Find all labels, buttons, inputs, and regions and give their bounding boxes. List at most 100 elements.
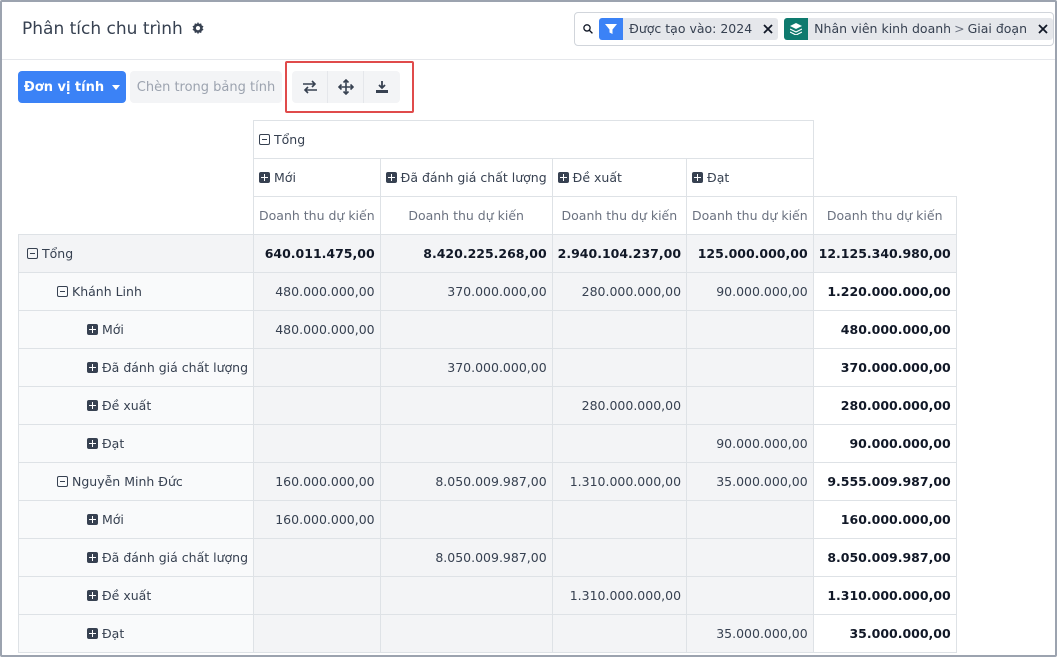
facet-created-date-label: Được tạo vào: 2024 xyxy=(623,18,759,40)
measure-header[interactable]: Doanh thu dự kiến xyxy=(812,196,957,235)
facet-remove-button[interactable] xyxy=(1033,18,1053,40)
row-header[interactable]: Tổng xyxy=(17,234,255,273)
col-header-total[interactable]: Tổng xyxy=(253,120,814,159)
search-bar[interactable]: Được tạo vào: 2024 Nhân viên kinh doanh >… xyxy=(574,12,1054,46)
value-cell[interactable]: 370.000.000,00 xyxy=(379,272,553,311)
value-cell[interactable] xyxy=(686,310,814,349)
measure-header[interactable]: Doanh thu dự kiến xyxy=(379,196,553,235)
flip-axis-button[interactable] xyxy=(292,71,328,103)
row-header[interactable]: Đạt xyxy=(17,424,255,463)
value-cell[interactable]: 8.050.009.987,00 xyxy=(379,462,553,501)
row-header[interactable]: Đã đánh giá chất lượng xyxy=(17,538,255,577)
value-cell[interactable]: 480.000.000,00 xyxy=(253,310,381,349)
facet-remove-button[interactable] xyxy=(758,18,779,40)
expand-icon xyxy=(692,172,704,183)
value-cell[interactable]: 480.000.000,00 xyxy=(253,272,381,311)
row-header[interactable]: Đề xuất xyxy=(17,576,255,615)
value-cell[interactable] xyxy=(686,500,814,539)
row-total-cell[interactable]: 8.050.009.987,00 xyxy=(812,538,957,577)
value-cell[interactable] xyxy=(253,576,381,615)
row-total-cell[interactable]: 160.000.000,00 xyxy=(812,500,957,539)
row-header[interactable]: Khánh Linh xyxy=(17,272,255,311)
value-cell[interactable] xyxy=(379,614,553,653)
value-cell[interactable]: 1.310.000.000,00 xyxy=(551,462,688,501)
col-header-group-label: Đề xuất xyxy=(572,170,622,185)
value-cell[interactable]: 8.050.009.987,00 xyxy=(379,538,553,577)
value-cell[interactable] xyxy=(551,424,688,463)
value-cell[interactable] xyxy=(379,500,553,539)
groupby-stage: Giai đoạn xyxy=(967,21,1027,36)
col-header-group[interactable]: Mới xyxy=(253,158,381,197)
search-icon[interactable] xyxy=(583,22,593,36)
collapse-icon xyxy=(57,476,68,487)
value-cell[interactable] xyxy=(551,310,688,349)
value-cell[interactable] xyxy=(686,538,814,577)
value-cell[interactable] xyxy=(253,348,381,387)
value-cell[interactable]: 280.000.000,00 xyxy=(551,272,688,311)
value-cell[interactable] xyxy=(253,386,381,425)
row-total-cell[interactable]: 370.000.000,00 xyxy=(812,348,957,387)
row-total-cell[interactable]: 9.555.009.987,00 xyxy=(812,462,957,501)
measure-header[interactable]: Doanh thu dự kiến xyxy=(551,196,688,235)
value-cell[interactable] xyxy=(551,614,688,653)
value-cell[interactable] xyxy=(551,538,688,577)
facet-created-date[interactable]: Được tạo vào: 2024 xyxy=(599,18,779,40)
value-cell[interactable] xyxy=(551,348,688,387)
value-cell[interactable]: 2.940.104.237,00 xyxy=(551,234,688,273)
value-cell[interactable]: 160.000.000,00 xyxy=(253,500,381,539)
row-header-label: Đề xuất xyxy=(102,398,152,413)
row-total-cell[interactable]: 480.000.000,00 xyxy=(812,310,957,349)
col-header-group[interactable]: Đề xuất xyxy=(551,158,688,197)
row-header[interactable]: Mới xyxy=(17,500,255,539)
value-cell[interactable]: 90.000.000,00 xyxy=(686,424,814,463)
value-cell[interactable] xyxy=(686,348,814,387)
value-cell[interactable] xyxy=(379,386,553,425)
row-total-cell[interactable]: 35.000.000,00 xyxy=(812,614,957,653)
value-cell[interactable]: 1.310.000.000,00 xyxy=(551,576,688,615)
value-cell[interactable] xyxy=(551,500,688,539)
col-header-group-label: Đạt xyxy=(707,170,730,185)
row-total-cell[interactable]: 1.220.000.000,00 xyxy=(812,272,957,311)
value-cell[interactable]: 35.000.000,00 xyxy=(686,462,814,501)
value-cell[interactable]: 370.000.000,00 xyxy=(379,348,553,387)
gear-icon[interactable] xyxy=(191,22,205,36)
value-cell[interactable] xyxy=(686,576,814,615)
row-header[interactable]: Nguyễn Minh Đức xyxy=(17,462,255,501)
value-cell[interactable] xyxy=(379,310,553,349)
row-header[interactable]: Đề xuất xyxy=(17,386,255,425)
row-total-cell[interactable]: 90.000.000,00 xyxy=(812,424,957,463)
row-total-cell[interactable]: 280.000.000,00 xyxy=(812,386,957,425)
value-cell[interactable] xyxy=(253,614,381,653)
value-cell[interactable] xyxy=(253,424,381,463)
measure-header[interactable]: Doanh thu dự kiến xyxy=(686,196,814,235)
value-cell[interactable] xyxy=(686,386,814,425)
value-cell[interactable]: 35.000.000,00 xyxy=(686,614,814,653)
value-cell[interactable]: 125.000.000,00 xyxy=(686,234,814,273)
value-cell[interactable]: 90.000.000,00 xyxy=(686,272,814,311)
facet-groupby[interactable]: Nhân viên kinh doanh > Giai đoạn xyxy=(784,18,1053,40)
value-cell[interactable] xyxy=(379,424,553,463)
table-row: Đã đánh giá chất lượng 8.050.009.987,00 8.… xyxy=(17,538,957,577)
value-cell[interactable]: 280.000.000,00 xyxy=(551,386,688,425)
row-header-label: Mới xyxy=(102,512,124,527)
row-total-cell[interactable]: 1.310.000.000,00 xyxy=(812,576,957,615)
value-cell[interactable] xyxy=(379,576,553,615)
value-cell[interactable]: 640.011.475,00 xyxy=(253,234,381,273)
col-header-group[interactable]: Đạt xyxy=(686,158,814,197)
expand-all-button[interactable] xyxy=(328,71,364,103)
row-total-cell[interactable]: 12.125.340.980,00 xyxy=(812,234,957,273)
measures-dropdown-button[interactable]: Đơn vị tính xyxy=(18,71,126,103)
row-header[interactable]: Đã đánh giá chất lượng xyxy=(17,348,255,387)
insert-spreadsheet-button[interactable]: Chèn trong bảng tính xyxy=(130,71,282,103)
col-header-group[interactable]: Đã đánh giá chất lượng xyxy=(379,158,553,197)
value-cell[interactable]: 160.000.000,00 xyxy=(253,462,381,501)
download-button[interactable] xyxy=(364,71,400,103)
row-header-label: Mới xyxy=(102,322,124,337)
measure-header[interactable]: Doanh thu dự kiến xyxy=(253,196,381,235)
row-header-label: Khánh Linh xyxy=(72,284,142,299)
row-header[interactable]: Đạt xyxy=(17,614,255,653)
value-cell[interactable]: 8.420.225.268,00 xyxy=(379,234,553,273)
value-cell[interactable] xyxy=(253,538,381,577)
expand-icon xyxy=(557,172,569,183)
row-header[interactable]: Mới xyxy=(17,310,255,349)
